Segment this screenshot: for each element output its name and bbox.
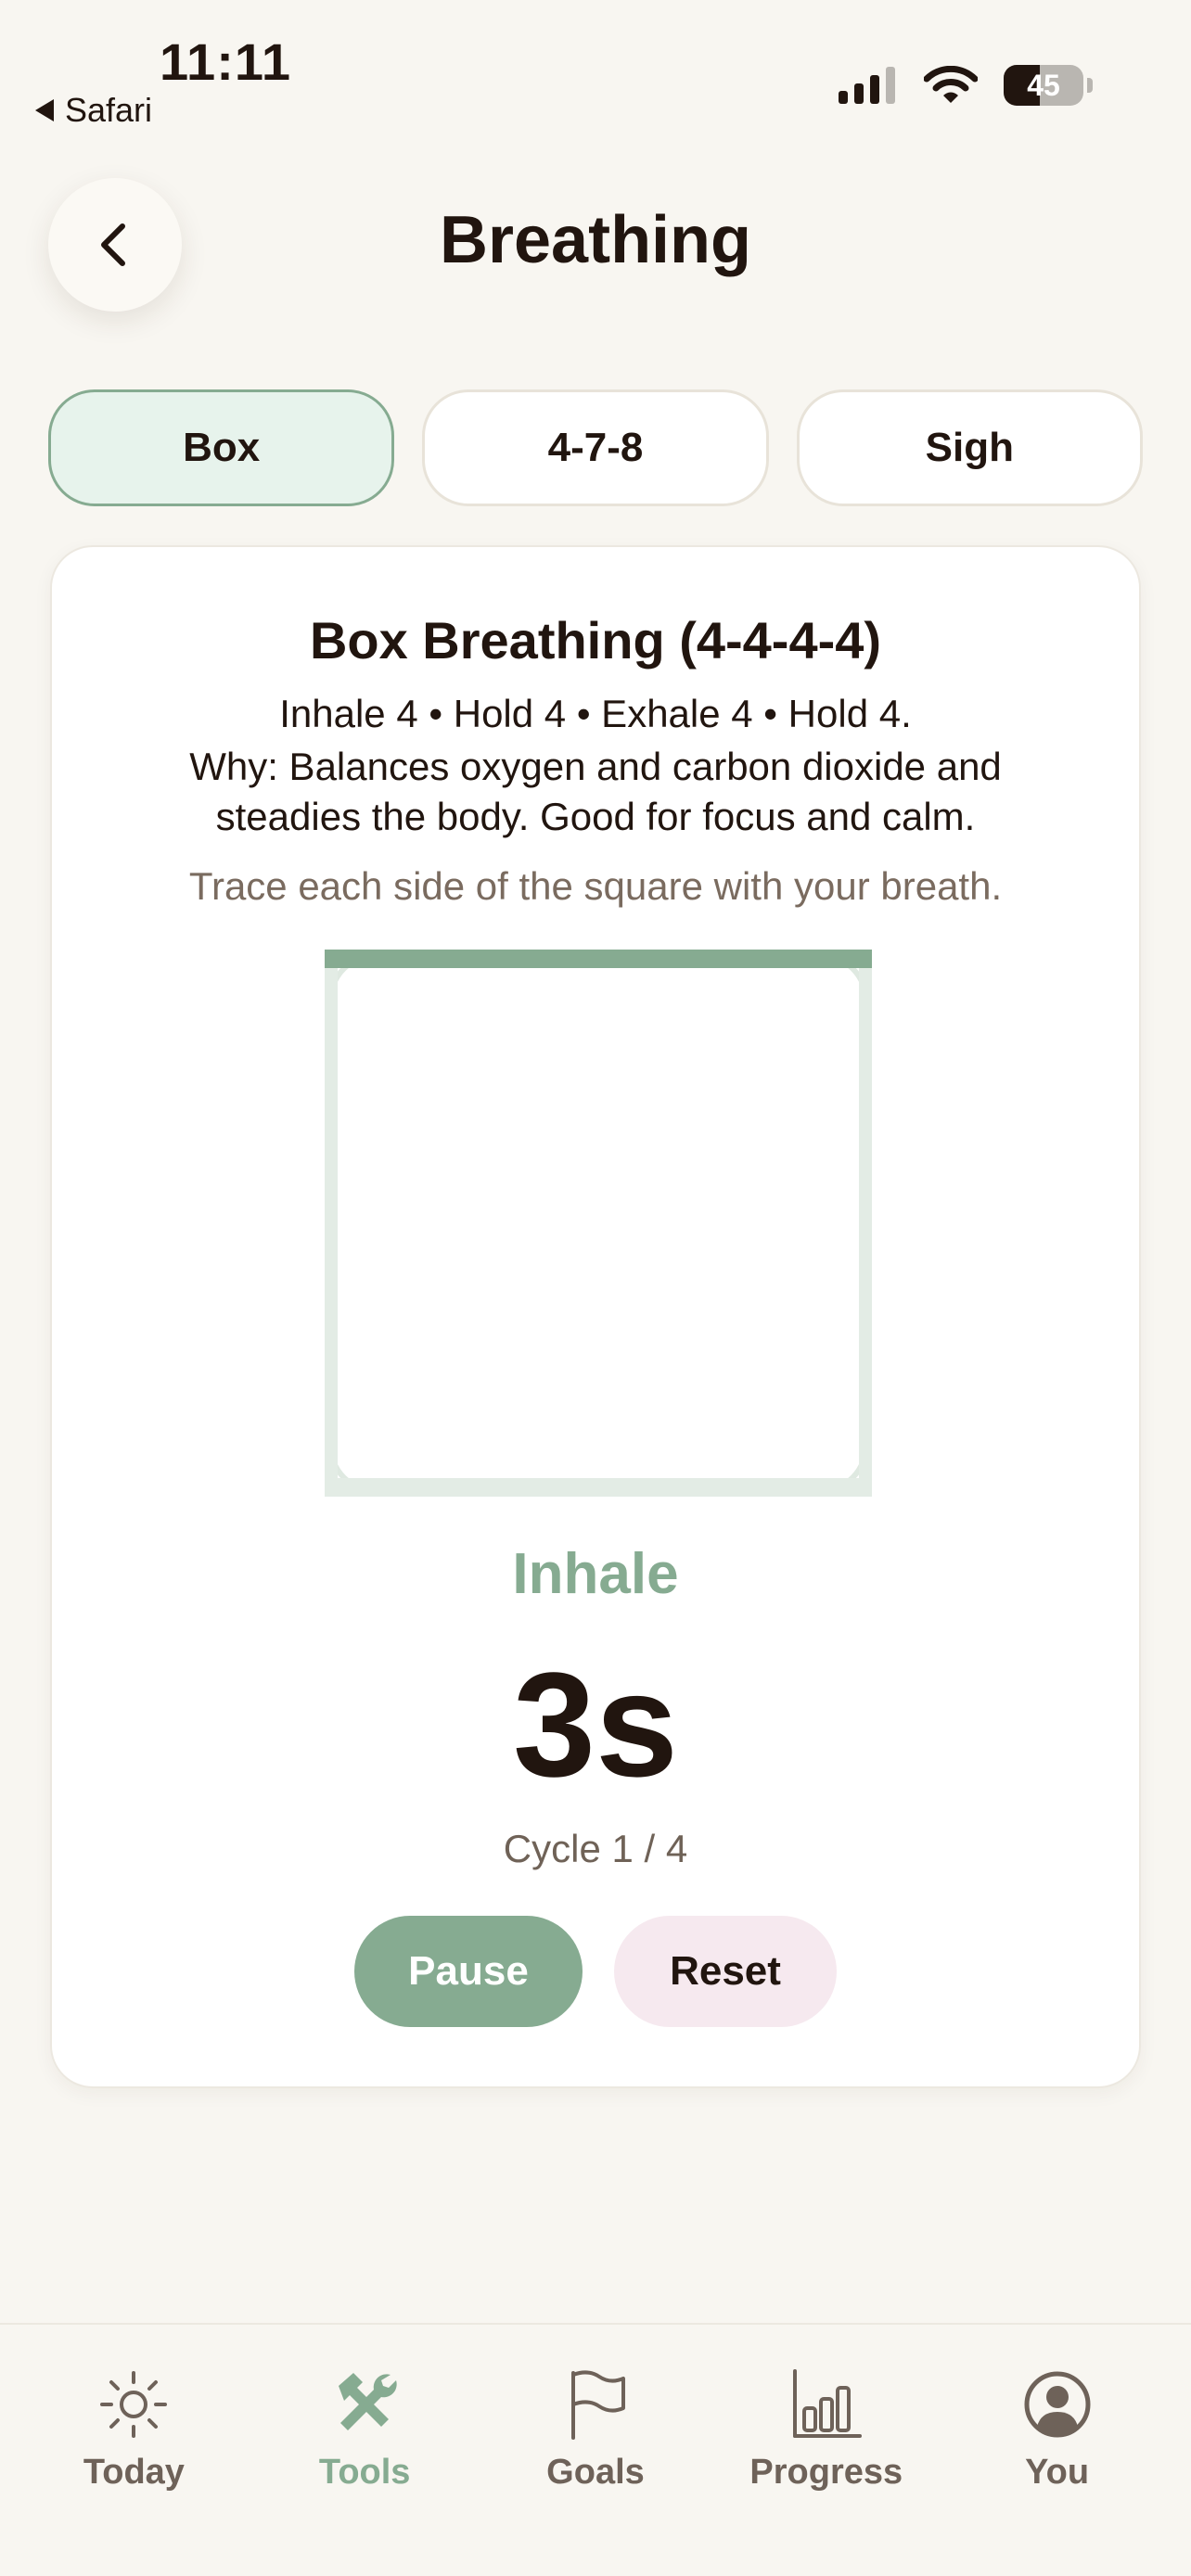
back-triangle-icon — [35, 99, 54, 121]
bottom-nav: Today Tools Goals Progress You — [0, 2323, 1191, 2576]
nav-label-today: Today — [83, 2453, 185, 2492]
exercise-why: Why: Balances oxygen and carbon dioxide … — [189, 745, 1002, 838]
wifi-icon — [924, 66, 978, 103]
bar-chart-icon — [792, 2369, 862, 2438]
controls: Pause Reset — [52, 1916, 1139, 2027]
tab-box[interactable]: Box — [48, 389, 395, 506]
tab-4-7-8[interactable]: 4-7-8 — [422, 389, 769, 506]
nav-label-tools: Tools — [318, 2453, 411, 2492]
cycle-counter: Cycle 1 / 4 — [503, 1827, 688, 1870]
user-circle-icon — [1024, 2371, 1091, 2438]
battery-percent: 45 — [1027, 68, 1060, 102]
sun-icon — [100, 2371, 168, 2438]
reset-button[interactable]: Reset — [614, 1916, 837, 2027]
status-time: 11:11 — [160, 32, 292, 91]
tab-sigh[interactable]: Sigh — [796, 389, 1143, 506]
battery-cap — [1087, 78, 1093, 93]
back-app-label: Safari — [65, 91, 153, 129]
cellular-signal-icon — [839, 67, 895, 104]
breathing-box — [325, 950, 872, 1497]
nav-label-progress: Progress — [749, 2453, 903, 2492]
exercise-hint: Trace each side of the square with your … — [188, 864, 1003, 908]
nav-progress[interactable]: Progress — [724, 2325, 928, 2576]
battery-indicator: 45 — [1004, 65, 1083, 106]
exercise-steps: Inhale 4 • Hold 4 • Exhale 4 • Hold 4. — [279, 692, 912, 735]
flag-icon — [570, 2370, 625, 2440]
nav-tools[interactable]: Tools — [263, 2325, 467, 2576]
breathing-square-visual — [325, 950, 872, 1497]
tools-icon — [339, 2373, 397, 2430]
countdown: 3s — [513, 1641, 678, 1807]
back-to-app[interactable]: Safari — [35, 91, 152, 130]
phase-label: Inhale — [512, 1542, 679, 1606]
page-title: Breathing — [439, 203, 752, 277]
nav-today[interactable]: Today — [32, 2325, 236, 2576]
exercise-title: Box Breathing (4-4-4-4) — [309, 611, 882, 670]
exercise-card: Box Breathing (4-4-4-4) Inhale 4 • Hold … — [50, 545, 1141, 2088]
screen: 11:11 Safari 45 Breathing Box 4-7-8 Sigh… — [0, 0, 1191, 2576]
nav-label-you: You — [1025, 2453, 1090, 2492]
pause-button[interactable]: Pause — [354, 1916, 583, 2027]
nav-you[interactable]: You — [955, 2325, 1159, 2576]
nav-label-goals: Goals — [546, 2453, 645, 2492]
technique-tabs: Box 4-7-8 Sigh — [48, 389, 1143, 506]
status-indicators: 45 — [839, 65, 1093, 106]
nav-goals[interactable]: Goals — [493, 2325, 698, 2576]
